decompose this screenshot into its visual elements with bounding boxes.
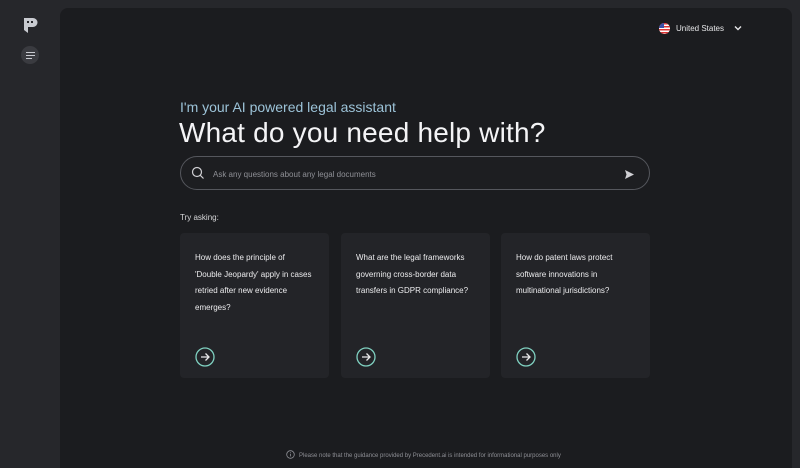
suggestion-card[interactable]: How do patent laws protect software inno… — [501, 233, 650, 378]
suggestion-text: How do patent laws protect software inno… — [516, 253, 613, 295]
send-icon[interactable] — [624, 167, 635, 185]
chevron-down-icon — [734, 24, 742, 33]
arrow-right-circle-icon[interactable] — [516, 347, 536, 367]
hero-subtitle: I'm your AI powered legal assistant — [180, 99, 396, 115]
sidebar — [0, 0, 60, 458]
precedent-logo-icon[interactable] — [22, 17, 38, 35]
suggestion-card[interactable]: How does the principle of 'Double Jeopar… — [180, 233, 329, 378]
region-label: United States — [675, 24, 724, 33]
suggestion-card[interactable]: What are the legal frameworks governing … — [341, 233, 490, 378]
arrow-right-circle-icon[interactable] — [195, 347, 215, 367]
search-bar — [180, 156, 650, 190]
suggestion-text: What are the legal frameworks governing … — [356, 253, 469, 295]
suggestions-label: Try asking: — [180, 213, 219, 222]
disclaimer: Please note that the guidance provided b… — [286, 450, 561, 461]
page-title: What do you need help with? — [179, 117, 546, 148]
search-icon — [191, 166, 205, 185]
menu-lines-icon — [25, 51, 35, 59]
region-selector[interactable]: United States — [658, 23, 742, 34]
info-icon — [286, 450, 295, 461]
arrow-right-circle-icon[interactable] — [356, 347, 376, 367]
us-flag-icon — [658, 23, 670, 34]
suggestion-text: How does the principle of 'Double Jeopar… — [195, 253, 312, 312]
main-panel: United States I'm your AI powered legal … — [60, 8, 792, 468]
menu-button[interactable] — [21, 46, 39, 64]
search-input[interactable] — [211, 165, 605, 183]
